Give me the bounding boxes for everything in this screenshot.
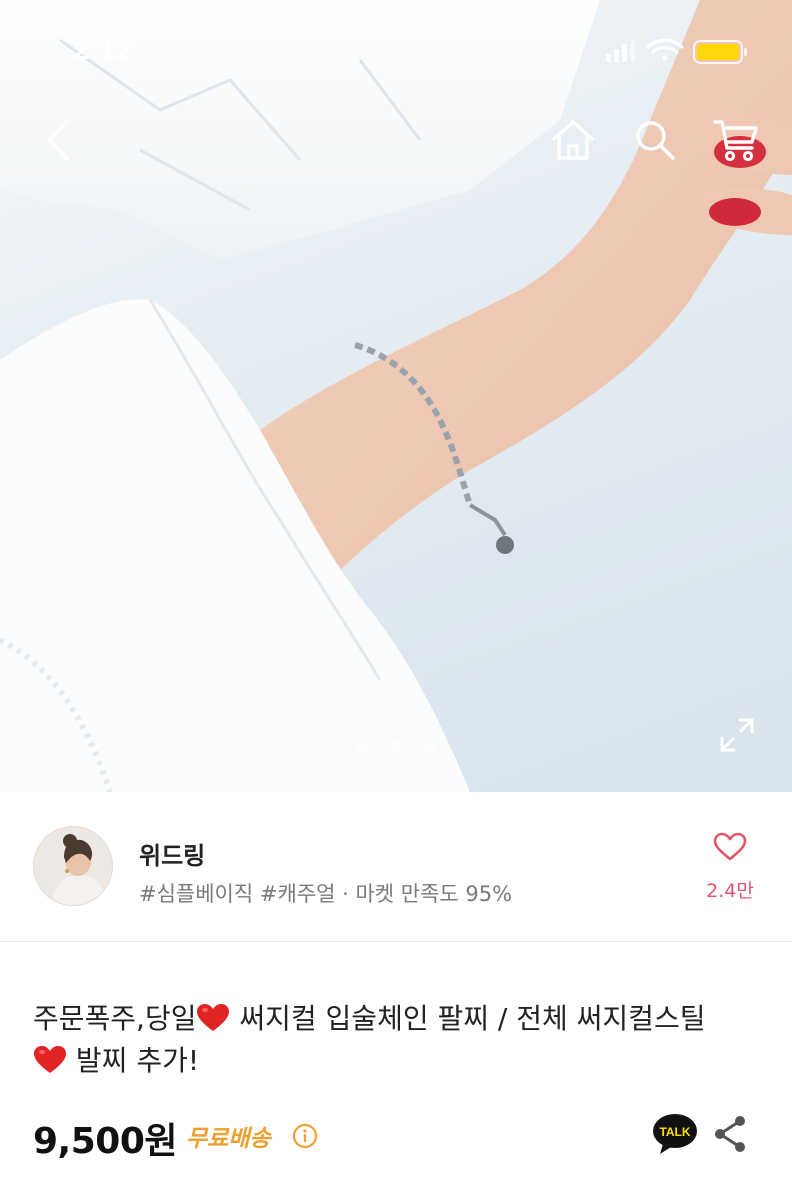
info-icon	[292, 1123, 318, 1149]
home-icon	[552, 120, 594, 160]
signal-icon	[606, 39, 635, 62]
search-button[interactable]	[627, 112, 683, 168]
talk-icon: TALK	[653, 1114, 697, 1154]
shipping-info-button[interactable]	[292, 1123, 318, 1149]
seller-tags: #심플베이직 #캐주얼 · 마켓 만족도 95%	[139, 882, 513, 906]
back-button[interactable]	[30, 112, 86, 168]
battery-icon	[693, 40, 747, 64]
title-text-1: 주문폭주,당일	[33, 1002, 197, 1035]
seller-info[interactable]: 위드링 #심플베이직 #캐주얼 · 마켓 만족도 95% 2.4만	[0, 792, 792, 942]
share-icon	[715, 1116, 745, 1152]
product-title: 주문폭주,당일 써지컬 입술체인 팔찌 / 전체 써지컬스틸 발찌 추가!	[33, 998, 753, 1082]
product-image-gallery[interactable]: 2:12	[0, 0, 792, 792]
pager-dot[interactable]	[424, 741, 436, 753]
status-bar: 2:12	[0, 0, 792, 100]
cart-button[interactable]	[708, 112, 764, 168]
title-text-3: 발찌 추가!	[67, 1044, 200, 1077]
expand-button[interactable]	[716, 714, 758, 756]
seller-name[interactable]: 위드링	[139, 836, 205, 871]
image-pager	[352, 739, 442, 755]
pager-dot-active[interactable]	[390, 741, 402, 753]
home-button[interactable]	[545, 112, 601, 168]
expand-icon	[720, 718, 754, 752]
wifi-icon	[646, 38, 684, 61]
seller-avatar[interactable]	[33, 826, 113, 906]
like-button[interactable]: 2.4만	[700, 832, 760, 912]
pager-dot[interactable]	[356, 741, 368, 753]
free-shipping-label: 무료배송	[186, 1126, 271, 1152]
avatar-image	[34, 827, 112, 905]
product-price: 9,500원	[33, 1121, 178, 1162]
heart-outline-icon	[713, 832, 747, 861]
talk-label: TALK	[659, 1125, 690, 1139]
share-button[interactable]	[712, 1114, 748, 1154]
kakao-talk-button[interactable]: TALK	[651, 1112, 699, 1156]
title-text-2: 써지컬 입술체인 팔찌 / 전체 써지컬스틸	[230, 1002, 706, 1035]
red-heart-icon	[34, 1046, 66, 1073]
status-time: 2:12	[74, 34, 133, 65]
status-icons	[606, 38, 747, 64]
like-count: 2.4만	[706, 880, 754, 902]
cart-icon	[713, 120, 758, 162]
search-icon	[636, 121, 675, 160]
back-icon	[47, 119, 69, 161]
red-heart-icon	[197, 1004, 230, 1031]
